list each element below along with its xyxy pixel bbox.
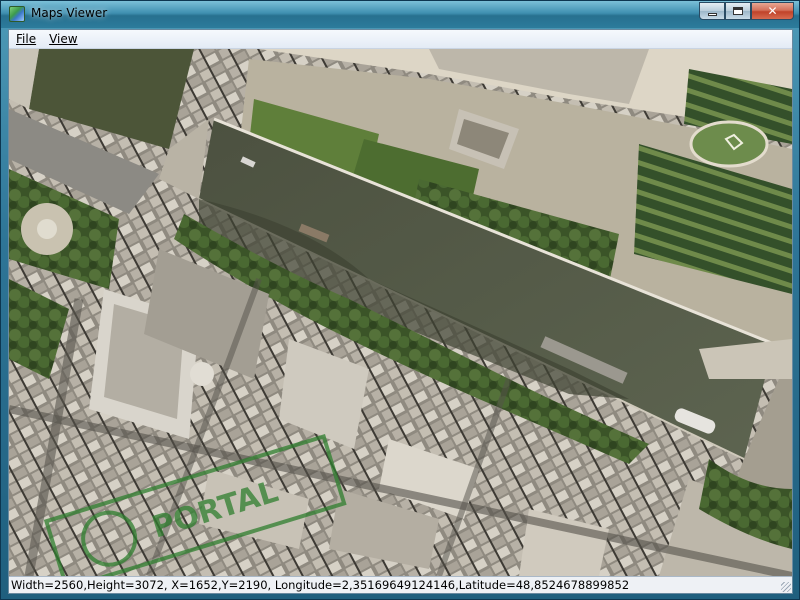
menu-bar: File View <box>9 30 792 49</box>
window-title: Maps Viewer <box>31 6 108 20</box>
app-window: Maps Viewer ✕ File View PORTAL Width=256… <box>0 0 800 600</box>
status-coordinates: Width=2560,Height=3072, X=1652,Y=2190, L… <box>11 578 630 592</box>
caption-buttons: ✕ <box>699 2 794 21</box>
menu-file-label: File <box>16 32 37 46</box>
map-canvas[interactable]: PORTAL <box>9 49 792 576</box>
resize-grip[interactable] <box>781 582 791 592</box>
map-app-icon <box>9 6 25 22</box>
menu-file[interactable]: File <box>9 30 42 48</box>
minimize-button[interactable] <box>699 2 725 20</box>
aerial-map-image: PORTAL <box>9 49 792 576</box>
close-button[interactable]: ✕ <box>751 2 794 20</box>
maximize-icon <box>733 7 743 15</box>
menu-view-label: View <box>49 32 78 46</box>
menu-view[interactable]: View <box>42 30 83 48</box>
client-area: File View PORTAL Width=2560,Height=3072,… <box>8 29 793 594</box>
maximize-button[interactable] <box>725 2 751 20</box>
title-bar[interactable]: Maps Viewer ✕ <box>1 1 799 28</box>
minimize-icon <box>707 12 717 16</box>
status-bar: Width=2560,Height=3072, X=1652,Y=2190, L… <box>9 576 792 593</box>
close-icon: ✕ <box>767 4 778 18</box>
